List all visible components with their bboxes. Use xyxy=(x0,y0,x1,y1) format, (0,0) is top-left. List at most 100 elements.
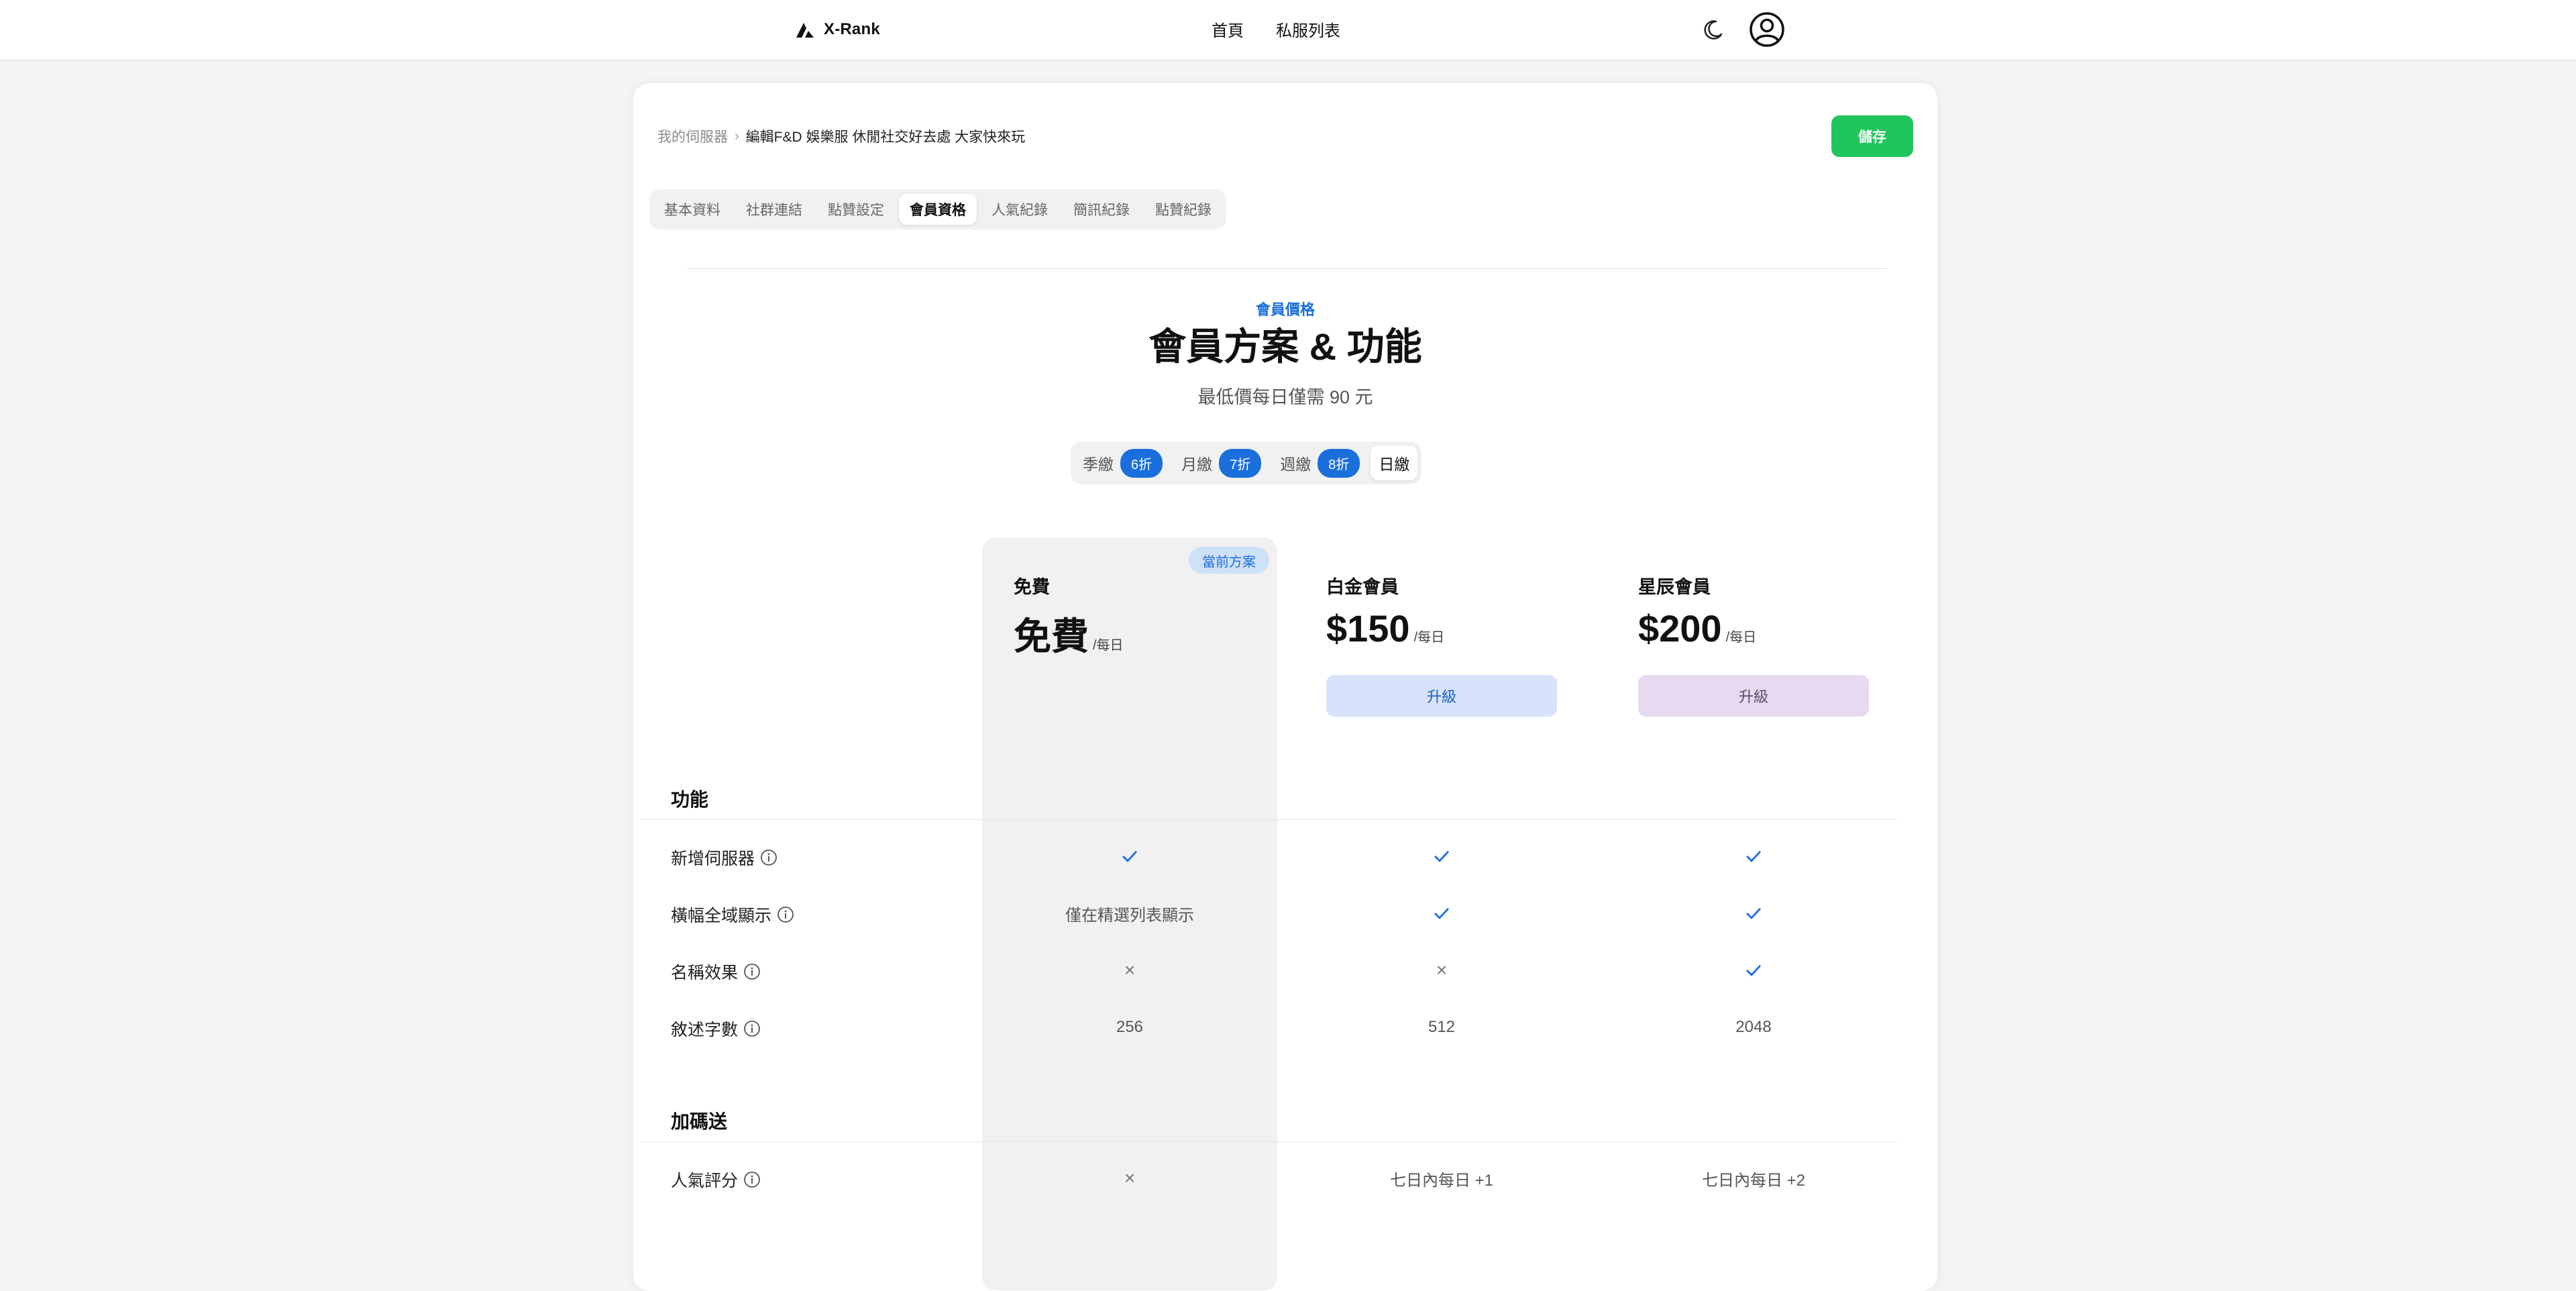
price-value: $150 xyxy=(1326,607,1410,650)
feature-label-text: 人氣評分 xyxy=(671,1172,739,1190)
billing-quarterly[interactable]: 季繳 6折 xyxy=(1075,446,1171,480)
section-divider xyxy=(640,1141,1897,1142)
value-check xyxy=(1606,836,1901,876)
feature-row: 人氣評分 × 七日內每日 +1 七日內每日 +2 xyxy=(633,1158,1937,1198)
x-rank-logo-icon xyxy=(796,23,814,38)
section-title-features: 功能 xyxy=(671,789,709,810)
cross-icon: × xyxy=(1124,1168,1136,1188)
plan-price-star: $200 /每日 xyxy=(1638,607,1756,650)
divider xyxy=(687,268,1888,269)
tab-sms-log[interactable]: 簡訊紀錄 xyxy=(1063,194,1140,225)
plan-name-free: 免費 xyxy=(1014,577,1050,597)
billing-daily[interactable]: 日繳 xyxy=(1371,446,1418,480)
brand-logo[interactable]: X-Rank xyxy=(794,16,880,43)
feature-row: 敘述字數 256 512 2048 xyxy=(633,1007,1937,1047)
top-navbar: X-Rank 首頁 私服列表 xyxy=(0,0,2576,59)
cross-icon: × xyxy=(1436,960,1448,980)
price-unit: /每日 xyxy=(1093,638,1124,653)
value-cross: × xyxy=(982,950,1277,990)
info-icon[interactable] xyxy=(760,849,777,866)
value-text: 七日內每日 +2 xyxy=(1701,1171,1806,1190)
value-check xyxy=(1294,836,1589,876)
info-icon[interactable] xyxy=(743,1171,761,1188)
save-button[interactable]: 儲存 xyxy=(1831,115,1913,157)
feature-label-text: 名稱效果 xyxy=(671,964,739,982)
tab-membership[interactable]: 會員資格 xyxy=(899,194,977,225)
value-text: 512 xyxy=(1428,1018,1456,1036)
billing-label: 日繳 xyxy=(1379,456,1410,473)
main-nav: 首頁 私服列表 xyxy=(1212,17,1340,41)
billing-monthly[interactable]: 月繳 7折 xyxy=(1173,446,1269,480)
breadcrumb-current: 編輯F&D 娛樂服 休閒社交好去處 大家快來玩 xyxy=(745,130,1026,145)
upgrade-platinum-button[interactable]: 升級 xyxy=(1326,675,1557,717)
value-text: 256 xyxy=(1116,1018,1144,1036)
cross-icon: × xyxy=(1124,960,1136,980)
check-icon xyxy=(1434,851,1450,863)
feature-label: 人氣評分 xyxy=(671,1168,761,1192)
billing-period-toggle: 季繳 6折 月繳 7折 週繳 8折 日繳 xyxy=(1071,442,1422,484)
value-cross: × xyxy=(982,1158,1277,1198)
feature-label: 新增伺服器 xyxy=(671,845,777,870)
nav-home-link[interactable]: 首頁 xyxy=(1212,17,1244,41)
feature-label-text: 新增伺服器 xyxy=(671,849,755,868)
nav-server-list-link[interactable]: 私服列表 xyxy=(1276,17,1340,41)
value-text: 僅在精選列表顯示 xyxy=(1065,906,1194,925)
chevron-right-icon: › xyxy=(735,128,739,144)
feature-label: 橫幅全域顯示 xyxy=(671,902,794,927)
plan-name-star: 星辰會員 xyxy=(1638,577,1711,597)
value-check xyxy=(1606,893,1901,933)
breadcrumb: 我的伺服器 › 編輯F&D 娛樂服 休閒社交好去處 大家快來玩 xyxy=(657,126,1025,146)
feature-label-text: 敘述字數 xyxy=(671,1021,739,1039)
billing-label: 季繳 xyxy=(1083,456,1114,473)
tab-popularity-log[interactable]: 人氣紀錄 xyxy=(981,194,1059,225)
check-icon xyxy=(1122,851,1138,863)
billing-weekly[interactable]: 週繳 8折 xyxy=(1272,446,1368,480)
billing-label: 週繳 xyxy=(1280,456,1311,473)
tab-basic-info[interactable]: 基本資料 xyxy=(653,194,731,225)
discount-badge: 6折 xyxy=(1120,448,1163,478)
plan-price-free: 免費 /每日 xyxy=(1014,607,1124,661)
info-icon[interactable] xyxy=(743,963,761,980)
brand-name: X-Rank xyxy=(824,20,880,38)
price-unit: /每日 xyxy=(1725,630,1757,645)
check-icon xyxy=(1434,908,1450,920)
discount-badge: 7折 xyxy=(1219,448,1262,478)
user-icon[interactable] xyxy=(1748,11,1786,48)
nav-actions xyxy=(1700,11,1786,48)
discount-badge: 8折 xyxy=(1318,448,1360,478)
pricing-subtitle: 最低價每日僅需 90 元 xyxy=(1197,387,1373,407)
feature-row: 新增伺服器 xyxy=(633,836,1937,876)
feature-label-text: 橫幅全域顯示 xyxy=(671,907,772,925)
tab-like-log[interactable]: 點贊紀錄 xyxy=(1144,194,1222,225)
billing-label: 月繳 xyxy=(1181,456,1213,473)
value-check xyxy=(1294,893,1589,933)
check-icon xyxy=(1746,908,1762,920)
pricing-title: 會員方案 & 功能 xyxy=(1148,325,1422,368)
value-check xyxy=(982,836,1277,876)
info-icon[interactable] xyxy=(743,1020,761,1037)
section-divider xyxy=(640,819,1897,820)
plan-price-platinum: $150 /每日 xyxy=(1326,607,1444,650)
price-unit: /每日 xyxy=(1413,630,1445,645)
value-text: 七日內每日 +1 xyxy=(1389,1171,1494,1190)
tab-social-links[interactable]: 社群連結 xyxy=(735,194,813,225)
tab-like-settings[interactable]: 點贊設定 xyxy=(817,194,895,225)
upgrade-star-button[interactable]: 升級 xyxy=(1638,675,1869,717)
value-check xyxy=(1606,950,1901,990)
section-title-bonus: 加碼送 xyxy=(671,1111,728,1132)
breadcrumb-parent-link[interactable]: 我的伺服器 xyxy=(657,126,728,146)
info-icon[interactable] xyxy=(777,906,794,923)
moon-icon[interactable] xyxy=(1700,16,1727,43)
plan-name-platinum: 白金會員 xyxy=(1326,577,1399,597)
feature-row: 橫幅全域顯示 僅在精選列表顯示 xyxy=(633,893,1937,933)
price-value: $200 xyxy=(1638,607,1722,650)
feature-row: 名稱效果 × × xyxy=(633,950,1937,990)
value-text: 2048 xyxy=(1735,1018,1772,1036)
settings-tabs: 基本資料 社群連結 點贊設定 會員資格 人氣紀錄 簡訊紀錄 點贊紀錄 xyxy=(649,189,1226,229)
feature-label: 名稱效果 xyxy=(671,960,761,984)
value-cross: × xyxy=(1294,950,1589,990)
check-icon xyxy=(1746,851,1762,863)
current-plan-badge: 當前方案 xyxy=(1189,547,1269,574)
feature-label: 敘述字數 xyxy=(671,1017,761,1041)
price-value: 免費 xyxy=(1014,615,1089,658)
